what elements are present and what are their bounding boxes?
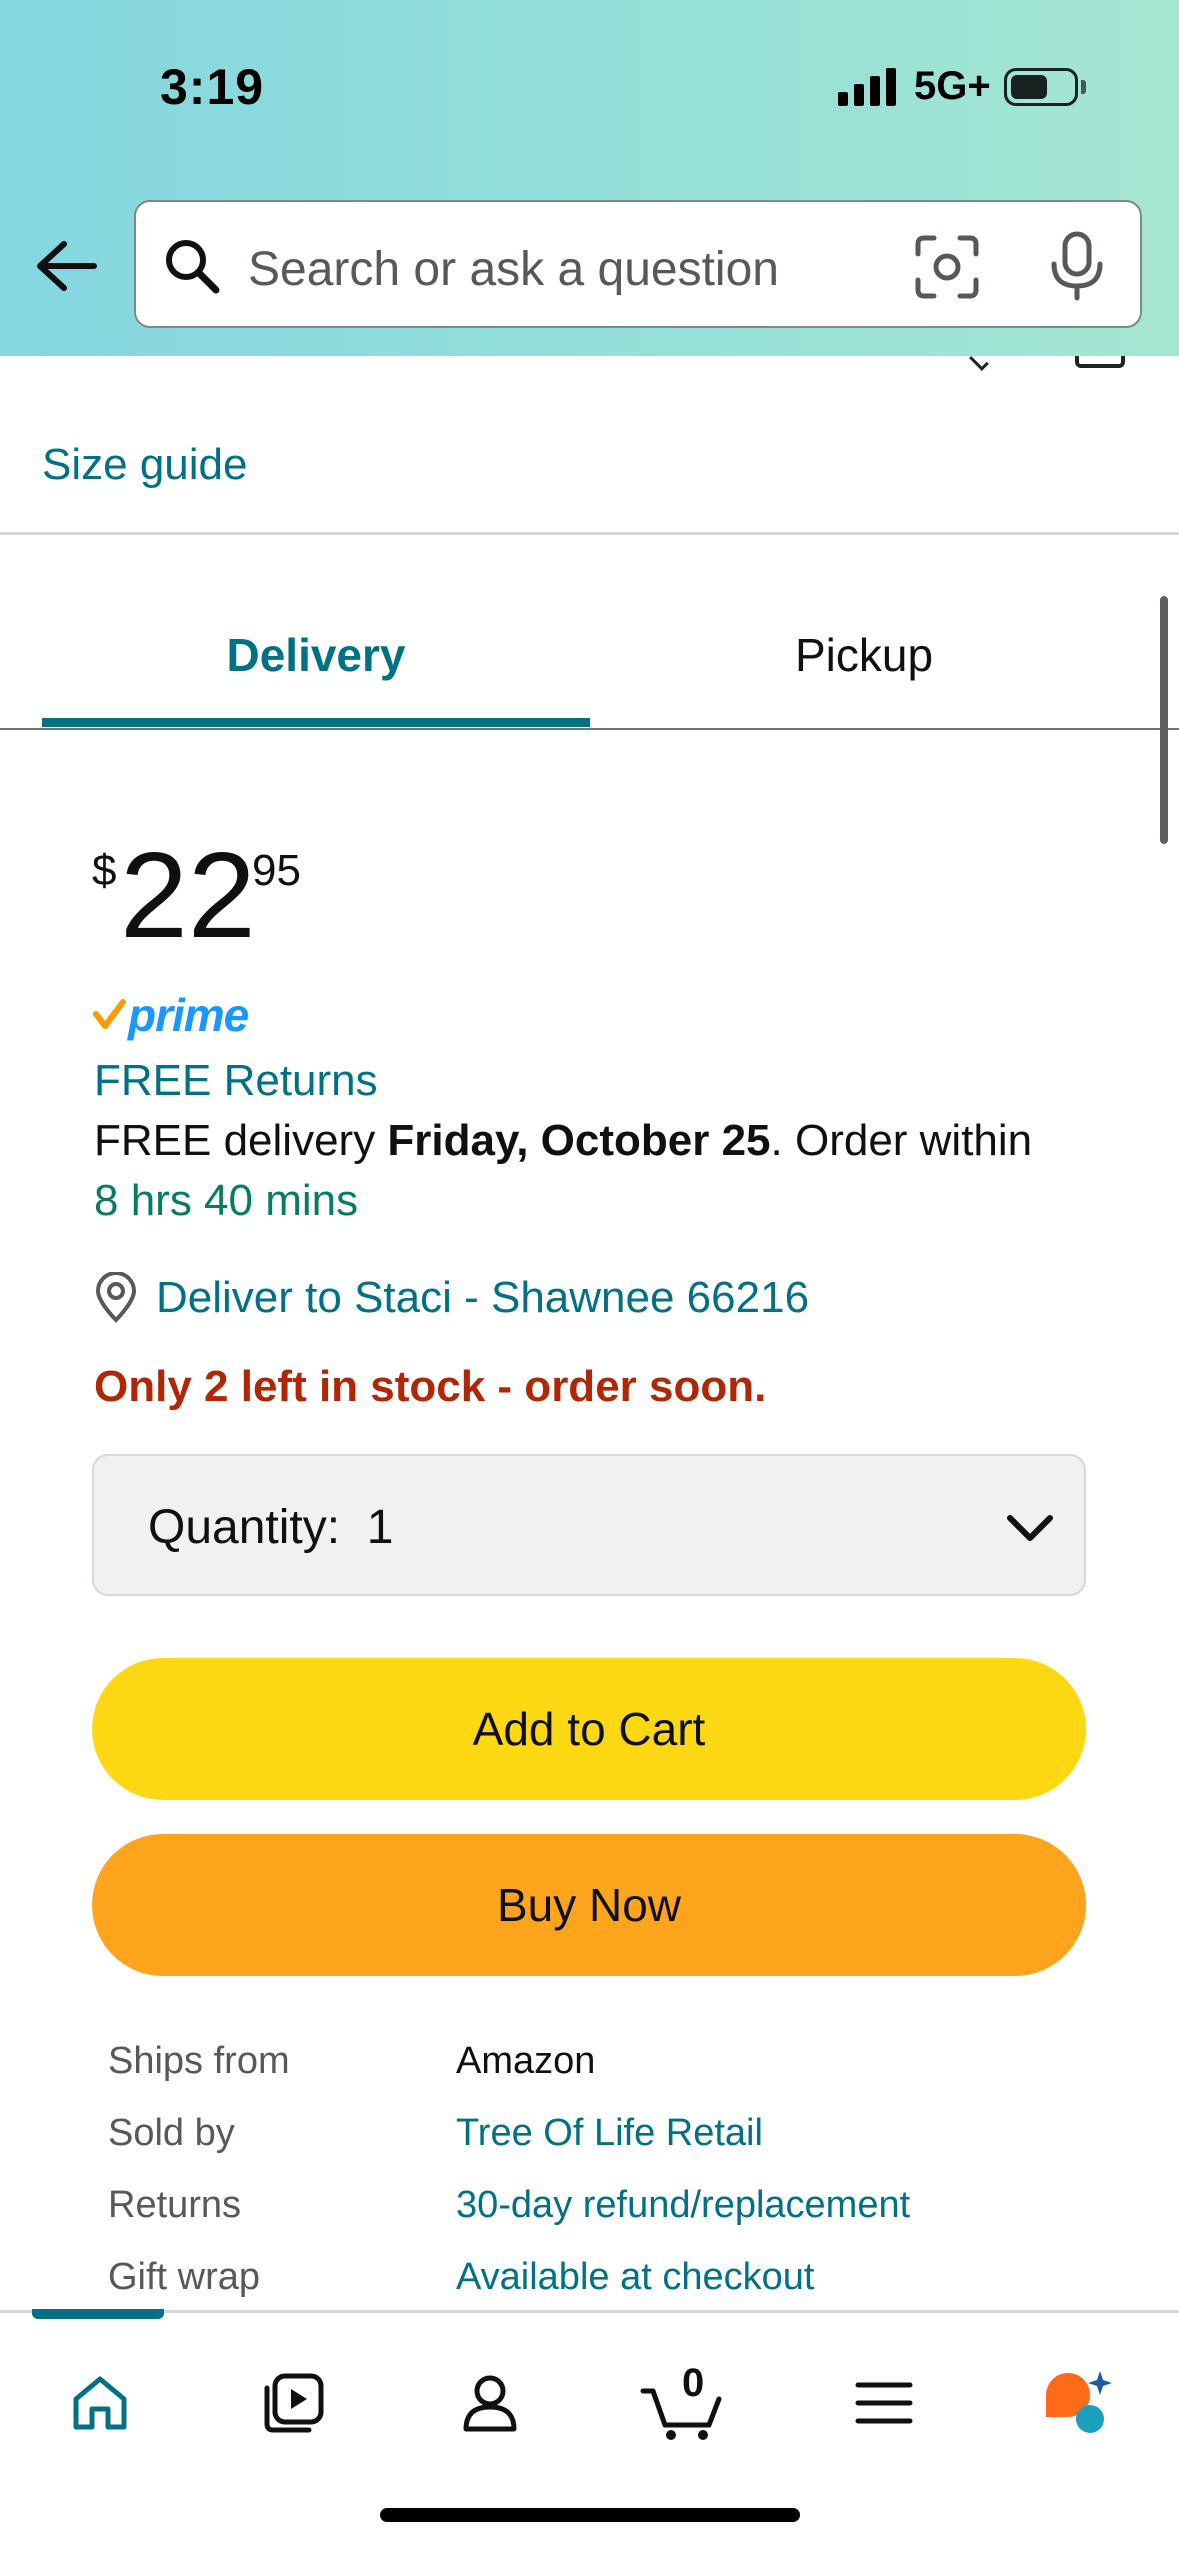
nav-account[interactable]: [442, 2355, 538, 2451]
location-pin-icon: [95, 1272, 137, 1323]
free-returns-link[interactable]: FREE Returns: [94, 1056, 378, 1106]
microphone-icon[interactable]: [1042, 230, 1112, 302]
quantity-value: 1: [366, 1501, 394, 1554]
home-icon: [73, 2376, 127, 2430]
nav-menu[interactable]: [836, 2355, 932, 2451]
tab-pickup[interactable]: Pickup: [590, 600, 1138, 728]
menu-icon: [855, 2382, 913, 2424]
delivery-date: Friday, October 25: [387, 1116, 771, 1165]
info-key: Gift wrap: [108, 2256, 261, 2298]
home-indicator: [380, 2508, 800, 2522]
search-input[interactable]: Search or ask a question: [248, 242, 779, 297]
camera-lens-icon[interactable]: [912, 232, 982, 302]
info-row-gift-wrap: Gift wrap Available at checkout: [108, 2246, 1108, 2318]
quantity-label: Quantity: 1: [148, 1500, 393, 1555]
seller-link[interactable]: Tree Of Life Retail: [456, 2112, 763, 2155]
size-guide-link[interactable]: Size guide: [42, 440, 247, 490]
info-key: Sold by: [108, 2112, 235, 2154]
returns-policy-link[interactable]: 30-day refund/replacement: [456, 2184, 910, 2227]
prime-label: prime: [128, 989, 249, 1041]
info-row-returns: Returns 30-day refund/replacement: [108, 2174, 1108, 2246]
nav-video[interactable]: [246, 2355, 342, 2451]
cart-count-badge: 0: [682, 2361, 705, 2405]
info-value: Amazon: [456, 2040, 596, 2082]
fulfillment-tabs: Delivery Pickup: [0, 600, 1179, 730]
nav-cart[interactable]: 0: [636, 2355, 732, 2451]
deliver-to-link[interactable]: Deliver to Staci - Shawnee 66216: [92, 1272, 809, 1324]
deliver-to-text[interactable]: Deliver to Staci - Shawnee 66216: [156, 1273, 809, 1323]
network-type: 5G+: [914, 64, 991, 108]
search-bar[interactable]: Search or ask a question: [134, 200, 1142, 328]
divider: [0, 532, 1179, 535]
price-whole: 22: [120, 827, 256, 963]
info-key: Ships from: [108, 2040, 290, 2082]
prime-check-icon: [93, 999, 126, 1029]
quantity-label-text: Quantity:: [148, 1501, 341, 1554]
add-to-cart-button[interactable]: Add to Cart: [92, 1658, 1086, 1800]
tab-delivery[interactable]: Delivery: [42, 600, 590, 728]
tabs-divider: [0, 728, 1179, 730]
search-icon: [166, 240, 220, 294]
share-icon: [1075, 356, 1125, 368]
status-time: 3:19: [160, 59, 265, 115]
stock-warning: Only 2 left in stock - order soon.: [94, 1362, 767, 1411]
rufus-ai-icon: [1046, 2371, 1112, 2433]
top-header: 3:19 5G+ Search or ask a question: [0, 0, 1179, 356]
scrollbar[interactable]: [1160, 596, 1168, 844]
prime-badge: prime: [92, 989, 249, 1041]
video-icon: [264, 2373, 324, 2433]
battery-tip: [1081, 80, 1086, 94]
cellular-signal-icon: [838, 66, 896, 106]
tab-selected-indicator: [42, 718, 590, 727]
price-currency-symbol: $: [92, 846, 117, 895]
info-row-sold-by: Sold by Tree Of Life Retail: [108, 2102, 1108, 2174]
battery-icon: [1004, 68, 1078, 106]
delivery-prefix: FREE delivery: [94, 1116, 388, 1165]
info-key: Returns: [108, 2184, 242, 2226]
delivery-estimate: FREE delivery Friday, October 25. Order …: [94, 1116, 1032, 1166]
back-button[interactable]: [30, 230, 102, 302]
gift-wrap-link[interactable]: Available at checkout: [456, 2256, 814, 2299]
delivery-suffix: . Order within: [770, 1116, 1033, 1165]
chevron-down-icon: [1007, 1515, 1053, 1541]
account-icon: [463, 2375, 517, 2432]
nav-selected-indicator: [32, 2309, 164, 2319]
price-fraction: 95: [252, 846, 301, 895]
arrow-left-icon: [37, 241, 97, 291]
info-row-ships-from: Ships from Amazon: [108, 2030, 1108, 2102]
order-countdown: 8 hrs 40 mins: [94, 1176, 359, 1225]
nav-home[interactable]: [52, 2355, 148, 2451]
quantity-dropdown[interactable]: Quantity: 1: [92, 1454, 1086, 1596]
buy-now-button[interactable]: Buy Now: [92, 1834, 1086, 1976]
nav-rufus[interactable]: [1030, 2355, 1126, 2451]
